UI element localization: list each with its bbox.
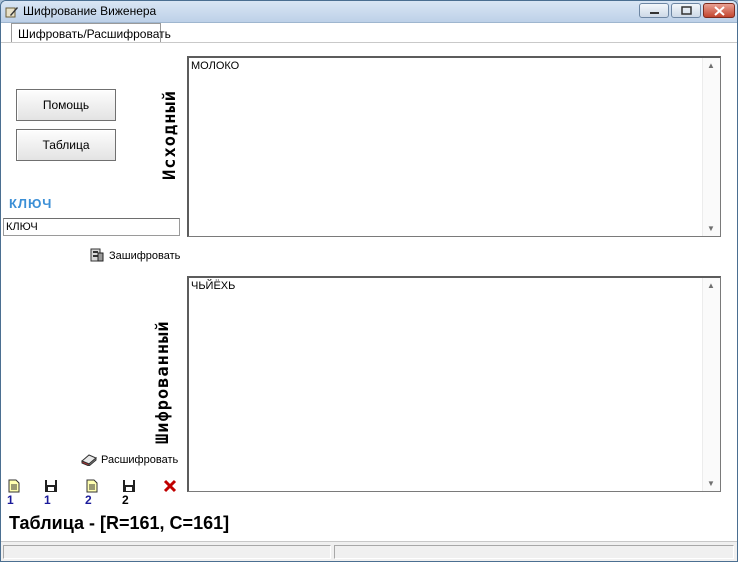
cipher-text: ЧЬЙЁХЬ [191,280,236,292]
save-file-2-button[interactable]: 2 [122,479,136,507]
source-textarea[interactable]: МОЛОКО ▲ ▼ [187,56,721,237]
close-icon [714,6,725,16]
delete-button[interactable] [163,479,177,495]
source-label: Исходный [160,90,180,180]
save-file-1-number: 1 [44,493,51,507]
scroll-down-icon[interactable]: ▼ [707,224,715,233]
app-window: Шифрование Виженера Шифровать/Расшифрова… [0,0,738,562]
decrypt-label: Расшифровать [101,454,179,466]
encrypt-label: Зашифровать [109,250,181,262]
tab-encrypt-decrypt[interactable]: Шифровать/Расшифровать [11,23,171,42]
open-file-icon [86,479,98,493]
scroll-up-icon[interactable]: ▲ [707,61,715,70]
close-button[interactable] [703,3,735,18]
cipher-textarea[interactable]: ЧЬЙЁХЬ ▲ ▼ [187,276,721,492]
maximize-icon [681,6,692,15]
save-icon [123,480,135,492]
cipher-scrollbar[interactable]: ▲ ▼ [702,278,720,491]
source-scrollbar[interactable]: ▲ ▼ [702,58,720,236]
open-file-2-number: 2 [85,493,92,507]
title-bar: Шифрование Виженера [1,1,737,23]
tab-divider [1,42,737,43]
decrypt-button[interactable]: Расшифровать [81,452,178,466]
scroll-down-icon[interactable]: ▼ [707,479,715,488]
window-title: Шифрование Виженера [23,4,157,18]
open-file-1-button[interactable]: 1 [7,479,21,507]
help-button[interactable]: Помощь [16,89,116,121]
open-file-1-number: 1 [7,493,14,507]
source-text: МОЛОКО [191,60,240,72]
delete-icon [163,479,177,493]
minimize-button[interactable] [639,3,669,18]
encrypt-icon [90,248,104,262]
key-input[interactable]: КЛЮЧ [3,218,180,236]
table-info: Таблица - [R=161, C=161] [9,513,230,533]
save-file-1-button[interactable]: 1 [44,479,58,507]
status-bar [1,541,737,561]
maximize-button[interactable] [671,3,701,18]
save-file-2-number: 2 [122,493,129,507]
cipher-label: Шифрованный [153,320,173,444]
open-file-2-button[interactable]: 2 [85,479,99,507]
app-icon [5,7,18,18]
status-panel-left [3,545,331,559]
key-label: КЛЮЧ [9,196,53,211]
save-icon [45,480,57,492]
table-button[interactable]: Таблица [16,129,116,161]
status-panel-right [334,545,734,559]
scroll-up-icon[interactable]: ▲ [707,281,715,290]
open-file-icon [8,479,20,493]
main-panel: Шифровать/Расшифровать Помощь Таблица Ис… [1,23,737,541]
minimize-icon [650,12,659,14]
encrypt-button[interactable]: Зашифровать [89,248,180,262]
decrypt-icon [81,454,97,466]
